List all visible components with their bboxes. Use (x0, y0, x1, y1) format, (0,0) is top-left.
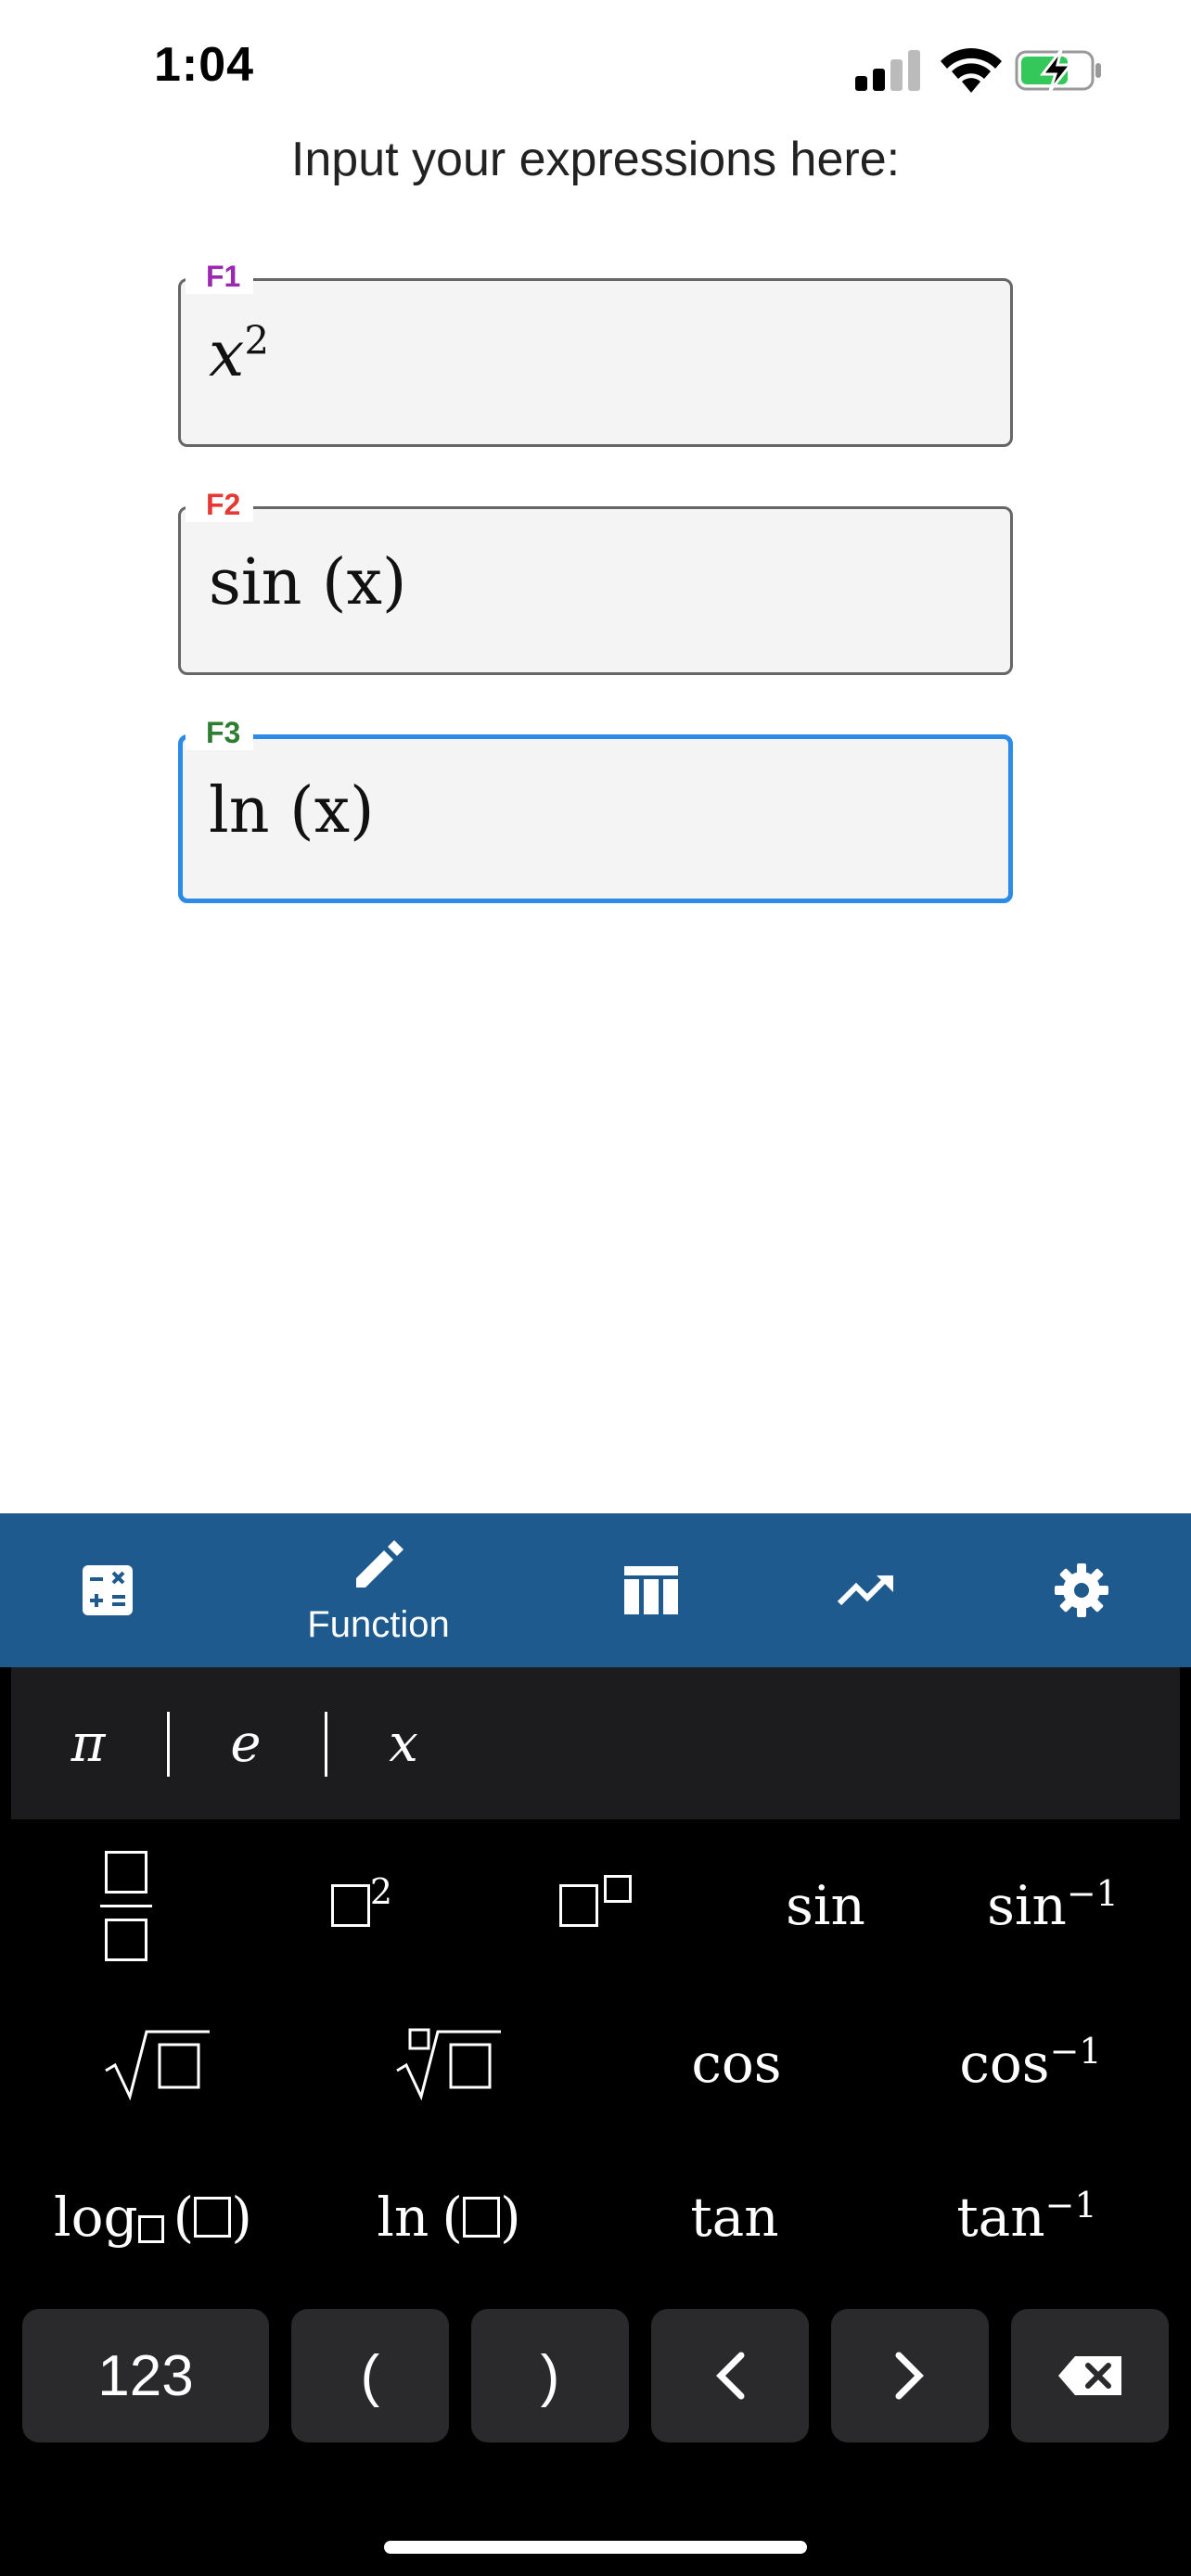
key-power[interactable] (540, 1855, 651, 1957)
field-f3-value: ln (x) (209, 774, 375, 848)
field-f2-value: sin (x) (209, 546, 407, 619)
chevron-left-icon (716, 2352, 745, 2400)
field-f1-value: x2 (209, 317, 270, 391)
home-indicator[interactable] (384, 2541, 807, 2554)
key-square-sup: 2 (369, 1871, 393, 1912)
chevron-right-icon (895, 2352, 924, 2400)
close-paren-key[interactable]: ) (471, 2309, 629, 2442)
variable-divider (325, 1712, 327, 1777)
status-time: 1:04 (154, 38, 255, 92)
cellular-signal-icon (855, 50, 920, 91)
key-square[interactable]: 2 (306, 1855, 417, 1957)
key-log[interactable]: log () (37, 2166, 269, 2268)
expression-field-f2[interactable]: sin (x) (178, 506, 1013, 675)
cursor-right-key[interactable] (831, 2309, 989, 2442)
nth-root-symbol (396, 2028, 501, 2100)
key-arctan[interactable]: tan −1 (939, 2166, 1115, 2268)
cursor-left-key[interactable] (651, 2309, 809, 2442)
battery-charging-icon (1015, 49, 1101, 92)
key-e[interactable]: e (195, 1667, 297, 1819)
nav-settings[interactable] (980, 1513, 1184, 1667)
key-ln[interactable]: ln () (356, 2166, 542, 2268)
graph-icon (837, 1575, 893, 1606)
expression-field-f3[interactable]: ln (x) (178, 734, 1013, 903)
key-tan[interactable]: tan (670, 2166, 800, 2268)
variable-strip (11, 1667, 1180, 1819)
gear-icon (1055, 1563, 1108, 1617)
nav-graph[interactable] (764, 1513, 968, 1667)
nav-calculator[interactable] (6, 1513, 210, 1667)
key-arcsin[interactable]: sin −1 (965, 1855, 1141, 1957)
calculator-icon (83, 1565, 133, 1615)
field-f3-label: F3 (186, 716, 254, 750)
key-fraction[interactable] (70, 1836, 182, 1975)
key-pi[interactable]: π (37, 1667, 139, 1819)
expression-field-f1[interactable]: x2 (178, 278, 1013, 447)
wifi-icon (941, 48, 1002, 93)
sqrt-symbol (105, 2030, 210, 2100)
nav-table[interactable] (549, 1513, 753, 1667)
variable-divider (167, 1712, 170, 1777)
key-nth-root[interactable] (393, 2012, 505, 2114)
open-paren-key[interactable]: ( (291, 2309, 449, 2442)
key-sqrt[interactable] (102, 2012, 213, 2114)
key-arccos[interactable]: cos −1 (942, 2012, 1119, 2114)
table-icon (624, 1566, 678, 1614)
page-heading: Input your expressions here: (290, 133, 901, 186)
key-sin[interactable]: sin (761, 1855, 890, 1957)
key-cos[interactable]: cos (672, 2012, 801, 2114)
backspace-key[interactable] (1011, 2309, 1169, 2442)
numbers-key[interactable]: 123 (22, 2309, 269, 2442)
field-f1-label: F1 (186, 260, 254, 294)
pencil-icon (356, 1539, 403, 1588)
key-x[interactable]: x (352, 1667, 455, 1819)
backspace-icon (1058, 2356, 1121, 2395)
nav-function[interactable]: Function (276, 1513, 480, 1667)
field-f2-label: F2 (186, 488, 254, 522)
nav-function-label: Function (307, 1603, 450, 1645)
